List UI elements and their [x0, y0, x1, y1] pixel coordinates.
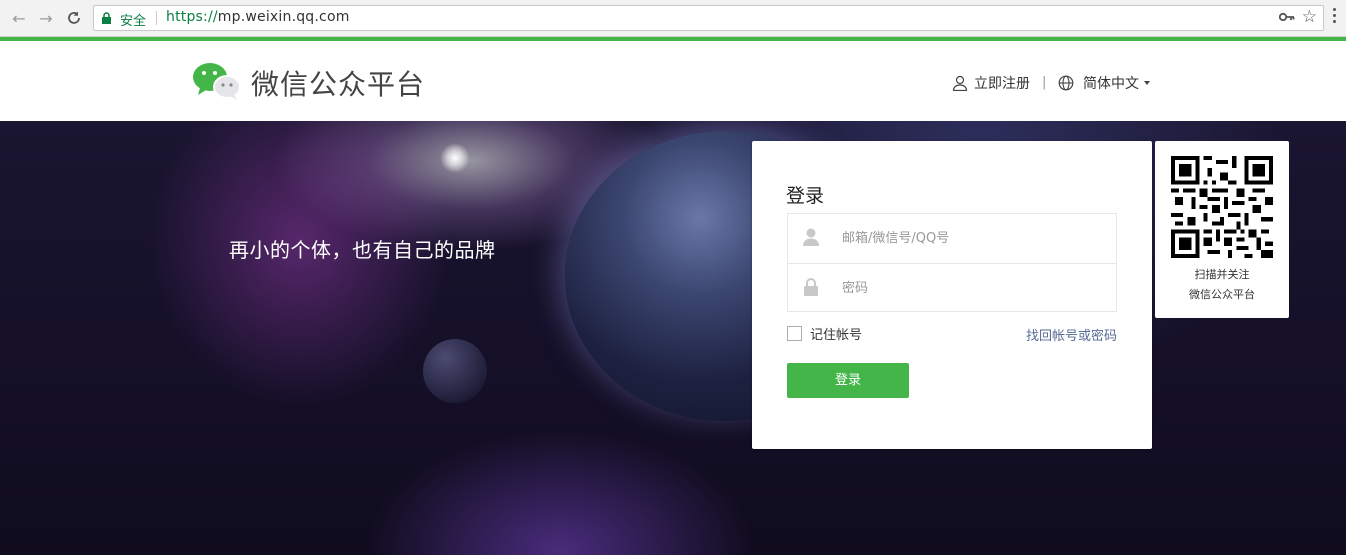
user-icon — [803, 228, 819, 246]
url-text[interactable]: https://mp.weixin.qq.com — [166, 9, 350, 25]
qr-caption-line1: 扫描并关注 — [1194, 268, 1250, 281]
forgot-password-link[interactable]: 找回帐号或密码 — [1026, 325, 1117, 344]
lock-icon — [804, 278, 818, 296]
globe-icon — [1058, 75, 1074, 91]
lock-icon — [102, 12, 111, 24]
wechat-logo-icon[interactable] — [192, 61, 242, 101]
remember-account-checkbox[interactable]: 记住帐号 — [787, 324, 862, 343]
site-header: 微信公众平台 立即注册 | 简体中文 — [0, 41, 1346, 121]
register-link[interactable]: 立即注册 — [952, 73, 1030, 93]
account-input[interactable] — [842, 214, 1102, 262]
password-input[interactable] — [842, 264, 1102, 312]
register-label: 立即注册 — [974, 76, 1030, 92]
login-button[interactable]: 登录 — [787, 363, 909, 398]
checkbox-box[interactable] — [787, 326, 802, 341]
language-selector[interactable]: 简体中文 — [1058, 73, 1150, 93]
moon-decoration — [423, 339, 487, 403]
login-form — [787, 213, 1117, 312]
chevron-down-icon — [1144, 81, 1150, 85]
user-icon — [952, 75, 968, 91]
back-icon[interactable]: ← — [8, 7, 30, 29]
security-label: 安全 — [120, 14, 147, 29]
login-title: 登录 — [786, 185, 825, 207]
qr-caption-line2: 微信公众平台 — [1189, 288, 1255, 301]
browser-toolbar: ← → 安全 https://mp.weixin.qq.com ☆ — [0, 0, 1346, 37]
remember-account-label: 记住帐号 — [810, 328, 863, 343]
account-field-row — [788, 214, 1116, 263]
url-protocol: https:// — [166, 9, 218, 25]
site-brand-title[interactable]: 微信公众平台 — [251, 63, 425, 103]
password-field-row — [788, 263, 1116, 312]
qr-code-icon — [1171, 156, 1273, 258]
key-icon[interactable] — [1279, 11, 1295, 23]
address-divider — [156, 11, 157, 25]
header-divider: | — [1042, 75, 1047, 90]
qr-code-panel: 扫描并关注 微信公众平台 — [1155, 141, 1289, 318]
forward-icon[interactable]: → — [35, 7, 57, 29]
bookmark-star-icon[interactable]: ☆ — [1302, 7, 1317, 27]
light-flare-decoration — [440, 143, 470, 173]
browser-menu-icon[interactable] — [1333, 8, 1337, 28]
url-host: mp.weixin.qq.com — [217, 9, 350, 25]
address-bar[interactable]: 安全 https://mp.weixin.qq.com ☆ — [93, 5, 1324, 31]
login-panel: 登录 记住帐号 找回帐号或密码 登录 — [752, 141, 1152, 449]
language-label: 简体中文 — [1083, 76, 1139, 92]
hero-banner: 再小的个体，也有自己的品牌 登录 记住帐号 找回帐号或密码 登录 — [0, 121, 1346, 555]
reload-icon[interactable] — [63, 7, 85, 29]
hero-slogan: 再小的个体，也有自己的品牌 — [229, 238, 496, 262]
